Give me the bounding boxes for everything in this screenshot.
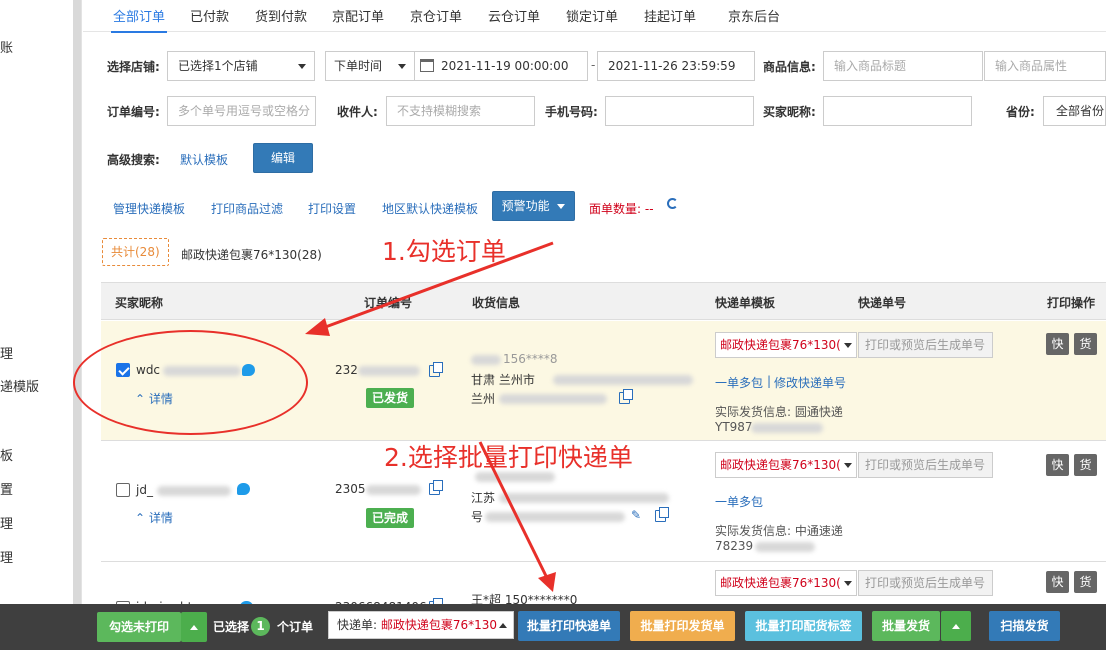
- selected-prefix: 已选择: [213, 620, 250, 634]
- check-unprinted-dropdown[interactable]: [181, 612, 207, 642]
- batch-print-express-button[interactable]: 批量打印快递单: [518, 611, 620, 641]
- chevron-up-icon: [190, 625, 198, 630]
- annotation-step1: 1.勾选订单: [382, 237, 506, 266]
- selected-suffix: 个订单: [277, 620, 314, 634]
- check-unprinted-button[interactable]: 勾选未打印: [97, 612, 181, 642]
- chevron-up-icon: [952, 624, 960, 629]
- chevron-up-icon: [499, 623, 507, 628]
- batch-ship-button[interactable]: 批量发货: [872, 611, 940, 641]
- batch-print-label-button[interactable]: 批量打印配货标签: [745, 611, 862, 641]
- batch-print-invoice-button[interactable]: 批量打印发货单: [630, 611, 735, 641]
- batch-ship-dropdown[interactable]: [941, 611, 971, 641]
- scan-ship-button[interactable]: 扫描发货: [989, 611, 1060, 641]
- express-template-select[interactable]: 快递单: 邮政快递包裹76*130: [328, 611, 514, 639]
- selected-count: 1: [251, 617, 270, 636]
- annotation-step2: 2.选择批量打印快递单: [384, 443, 633, 472]
- annotation-arrows: [305, 241, 556, 592]
